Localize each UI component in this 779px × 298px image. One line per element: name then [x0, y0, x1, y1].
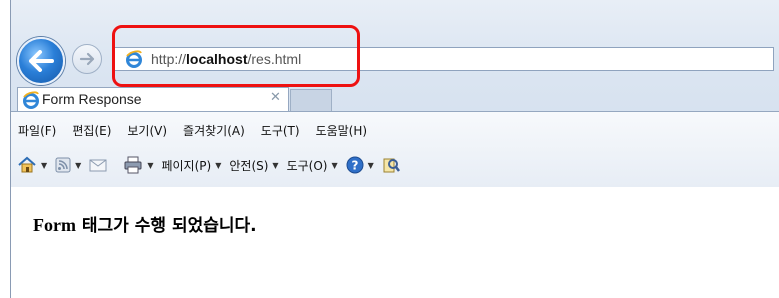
- research-icon[interactable]: [382, 156, 400, 174]
- response-message: Form 태그가 수행 되었습니다.: [33, 215, 257, 236]
- tab-title: Form Response: [42, 91, 142, 107]
- page-content: [11, 187, 779, 298]
- tools-menu[interactable]: 도구(O): [287, 157, 328, 174]
- mail-icon[interactable]: [89, 158, 107, 172]
- back-button[interactable]: [17, 37, 65, 85]
- menu-edit[interactable]: 편집(E): [72, 122, 111, 139]
- home-dropdown-icon[interactable]: ▼: [41, 161, 47, 170]
- safety-menu[interactable]: 안전(S): [229, 157, 268, 174]
- page-menu[interactable]: 페이지(P): [161, 157, 211, 174]
- feeds-icon[interactable]: [55, 157, 71, 173]
- new-tab-button[interactable]: [290, 89, 332, 111]
- menu-file[interactable]: 파일(F): [18, 122, 56, 139]
- menu-favorites[interactable]: 즐겨찾기(A): [183, 122, 245, 139]
- menu-view[interactable]: 보기(V): [127, 122, 167, 139]
- svg-text:?: ?: [351, 159, 358, 173]
- page-dropdown-icon[interactable]: ▼: [215, 161, 221, 170]
- tools-dropdown-icon[interactable]: ▼: [331, 161, 337, 170]
- home-icon[interactable]: [17, 156, 37, 174]
- address-highlight-box: [112, 25, 360, 87]
- safety-dropdown-icon[interactable]: ▼: [272, 161, 278, 170]
- back-arrow-icon: [29, 50, 54, 72]
- tab-form-response[interactable]: Form Response ✕: [17, 87, 289, 111]
- command-bar: ▼ ▼ ▼ 페이지(P) ▼ 안전(S) ▼ 도구(O) ▼ ? ▼: [17, 156, 400, 174]
- forward-arrow-icon: [79, 52, 95, 66]
- tab-close-icon[interactable]: ✕: [270, 90, 281, 105]
- help-dropdown-icon[interactable]: ▼: [368, 161, 374, 170]
- menu-help[interactable]: 도움말(H): [316, 122, 368, 139]
- help-icon[interactable]: ?: [346, 156, 364, 174]
- print-icon[interactable]: [123, 156, 143, 174]
- feeds-dropdown-icon[interactable]: ▼: [75, 161, 81, 170]
- forward-button[interactable]: [72, 44, 102, 74]
- menu-bar: 파일(F) 편집(E) 보기(V) 즐겨찾기(A) 도구(T) 도움말(H): [18, 122, 383, 139]
- print-dropdown-icon[interactable]: ▼: [147, 161, 153, 170]
- menu-tools[interactable]: 도구(T): [261, 122, 300, 139]
- ie-tab-icon: [23, 91, 39, 109]
